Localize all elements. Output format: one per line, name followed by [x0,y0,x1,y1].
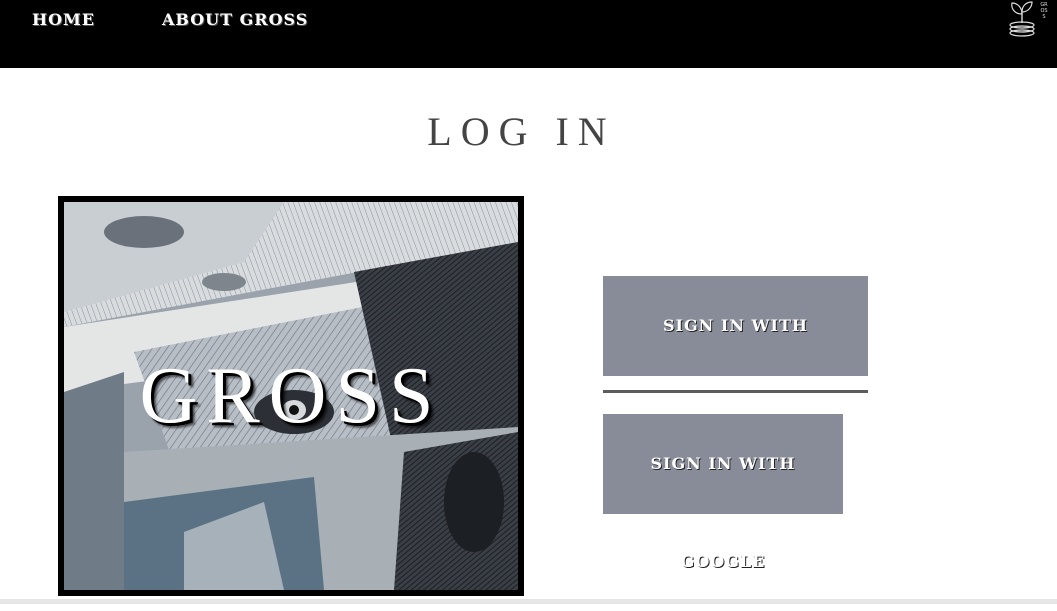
sign-in-facebook-button[interactable]: SIGN IN WITH FACEBOOK [603,276,868,433]
nav-about-link[interactable]: ABOUT GROSS [162,10,308,29]
logo-text: GROSS [1040,2,1048,20]
sign-in-google-button[interactable]: SIGN IN WITH GOOGLE [603,414,843,571]
page-title: LOG IN [427,109,616,154]
sprout-on-coins-icon[interactable] [1006,0,1056,42]
top-nav-bar: HOME ABOUT GROSS GROSS [0,0,1057,68]
nav-home-link[interactable]: HOME [32,10,95,29]
divider [603,390,868,393]
hero-logo-word: GROSS [139,352,443,440]
bottom-edge [0,599,1057,604]
hero-image-frame: GROSS [58,196,524,596]
